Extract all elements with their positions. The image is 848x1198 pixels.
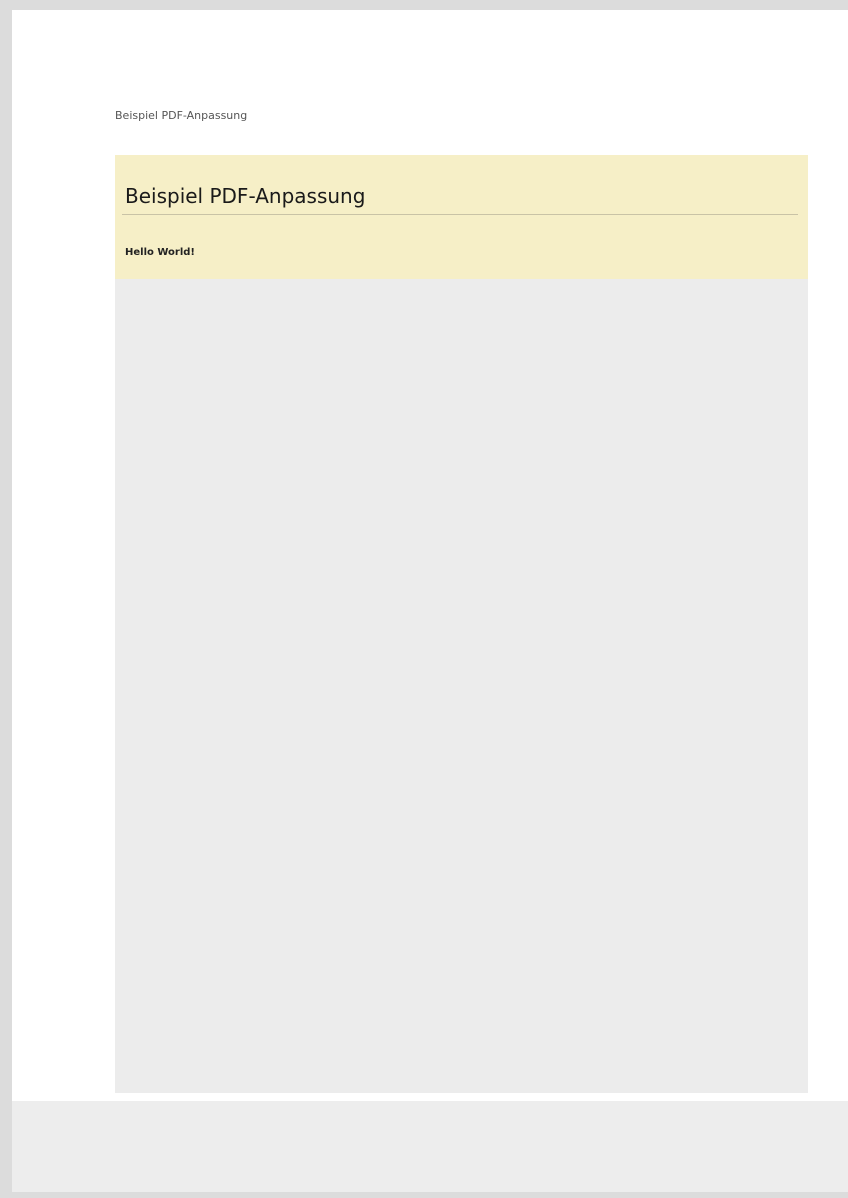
content-area: Beispiel PDF-Anpassung Hello World! — [115, 155, 808, 1093]
pdf-page: Beispiel PDF-Anpassung Beispiel PDF-Anpa… — [12, 10, 848, 1192]
title-divider — [122, 214, 798, 215]
page-title: Beispiel PDF-Anpassung — [125, 184, 366, 208]
title-panel: Beispiel PDF-Anpassung Hello World! — [115, 155, 808, 279]
document-viewer: Beispiel PDF-Anpassung Beispiel PDF-Anpa… — [0, 0, 848, 1198]
body-text: Hello World! — [125, 247, 195, 258]
page-header-text: Beispiel PDF-Anpassung — [115, 109, 248, 122]
page-footer — [12, 1101, 848, 1192]
